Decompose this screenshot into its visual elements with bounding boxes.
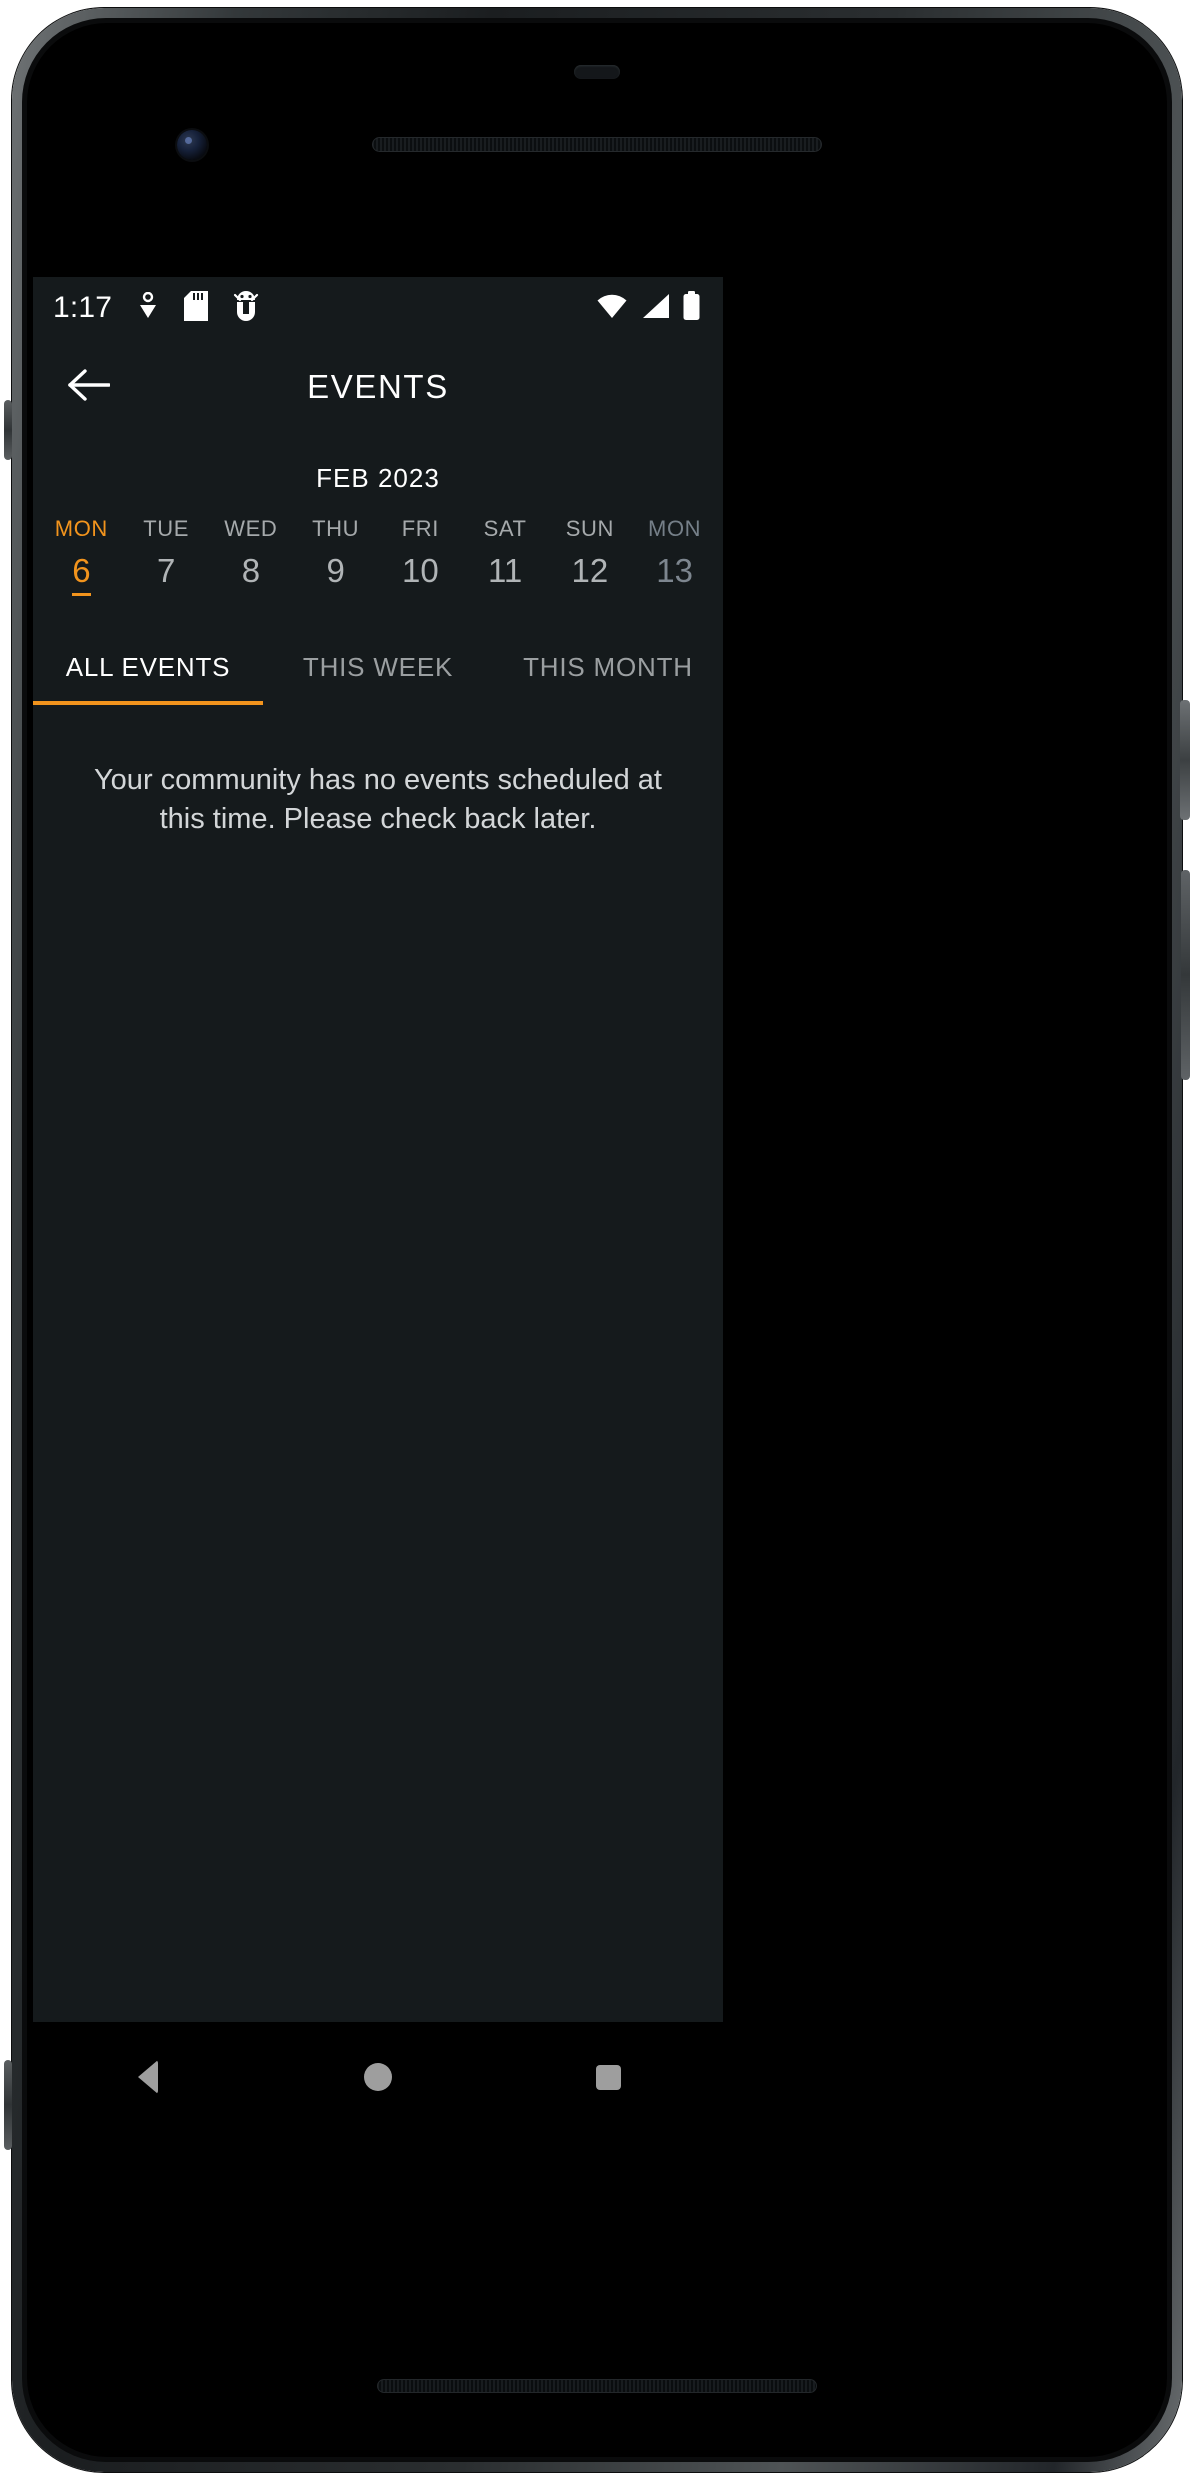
calendar-day-name: MON (54, 516, 108, 541)
calendar-day-name: SUN (565, 516, 614, 541)
calendar-day-number: 13 (656, 552, 693, 589)
calendar-day-cell[interactable]: MON 6 (39, 516, 124, 602)
nav-home-icon (364, 2063, 392, 2091)
phone-screen: 1:17 EVENTS FEB 2023 MON 6 TUE 7 WED 8 T… (33, 277, 723, 2022)
downloads-icon (137, 291, 159, 325)
nav-recents-button[interactable] (493, 2064, 723, 2090)
tab-bar: ALL EVENTS THIS WEEK THIS MONTH (33, 638, 723, 705)
calendar-day-name: WED (224, 516, 278, 541)
tab-this-week[interactable]: THIS WEEK (263, 638, 493, 705)
front-camera-icon (177, 130, 207, 160)
events-list-area: Your community has no events scheduled a… (33, 705, 723, 838)
android-navigation-bar (33, 2022, 723, 2132)
status-bar: 1:17 (33, 277, 723, 339)
calendar-day-cell[interactable]: FRI 10 (378, 516, 463, 602)
calendar-day-number: 7 (156, 552, 176, 589)
left-side-button-top[interactable] (4, 400, 12, 460)
calendar-day-number: 6 (72, 552, 91, 596)
calendar-day-name: FRI (401, 516, 439, 541)
bottom-speaker-grille (377, 2379, 817, 2393)
tab-all-events[interactable]: ALL EVENTS (33, 638, 263, 705)
volume-button[interactable] (1181, 870, 1190, 1080)
calendar-day-cell[interactable]: THU 9 (293, 516, 378, 602)
status-bar-right-group (596, 290, 701, 326)
calendar-day-cell[interactable]: TUE 7 (124, 516, 209, 602)
sd-card-icon (184, 290, 209, 326)
nav-recents-icon (595, 2064, 621, 2090)
cellular-signal-icon (640, 293, 670, 324)
calendar-day-name: TUE (143, 516, 190, 541)
calendar-day-number: 11 (487, 552, 523, 589)
calendar-day-number: 9 (326, 552, 345, 589)
earpiece-grille (372, 137, 822, 152)
app-bar: EVENTS (33, 339, 723, 435)
nav-back-button[interactable] (33, 2060, 263, 2094)
page-title: EVENTS (307, 368, 449, 405)
left-side-button-bottom[interactable] (4, 2060, 12, 2150)
status-bar-left-group: 1:17 (53, 290, 259, 326)
nav-back-icon (138, 2060, 158, 2094)
calendar-day-cell[interactable]: WED 8 (209, 516, 294, 602)
status-bar-clock: 1:17 (53, 291, 113, 324)
empty-state-message: Your community has no events scheduled a… (94, 764, 662, 835)
top-speaker-slot (574, 65, 620, 79)
calendar-day-number: 12 (571, 552, 609, 589)
calendar-day-name: THU (312, 516, 360, 541)
active-tab-indicator (33, 701, 263, 705)
android-debug-icon (233, 290, 259, 326)
nav-home-button[interactable] (263, 2063, 493, 2091)
calendar-day-name: SAT (483, 516, 527, 541)
wifi-icon (596, 293, 628, 324)
calendar-day-number: 8 (241, 552, 261, 589)
calendar-day-cell[interactable]: MON 13 (632, 516, 717, 602)
calendar-day-cell[interactable]: SUN 12 (548, 516, 633, 602)
calendar-week-strip[interactable]: MON 6 TUE 7 WED 8 THU 9 FRI 10 SAT 11 SU… (33, 494, 723, 602)
calendar-day-name: MON (648, 516, 702, 541)
battery-full-icon (682, 290, 701, 326)
tab-this-month[interactable]: THIS MONTH (493, 638, 723, 705)
power-button[interactable] (1180, 700, 1190, 820)
calendar-day-cell[interactable]: SAT 11 (463, 516, 548, 602)
calendar-day-number: 10 (402, 552, 439, 589)
calendar-month-label: FEB 2023 (316, 463, 440, 493)
